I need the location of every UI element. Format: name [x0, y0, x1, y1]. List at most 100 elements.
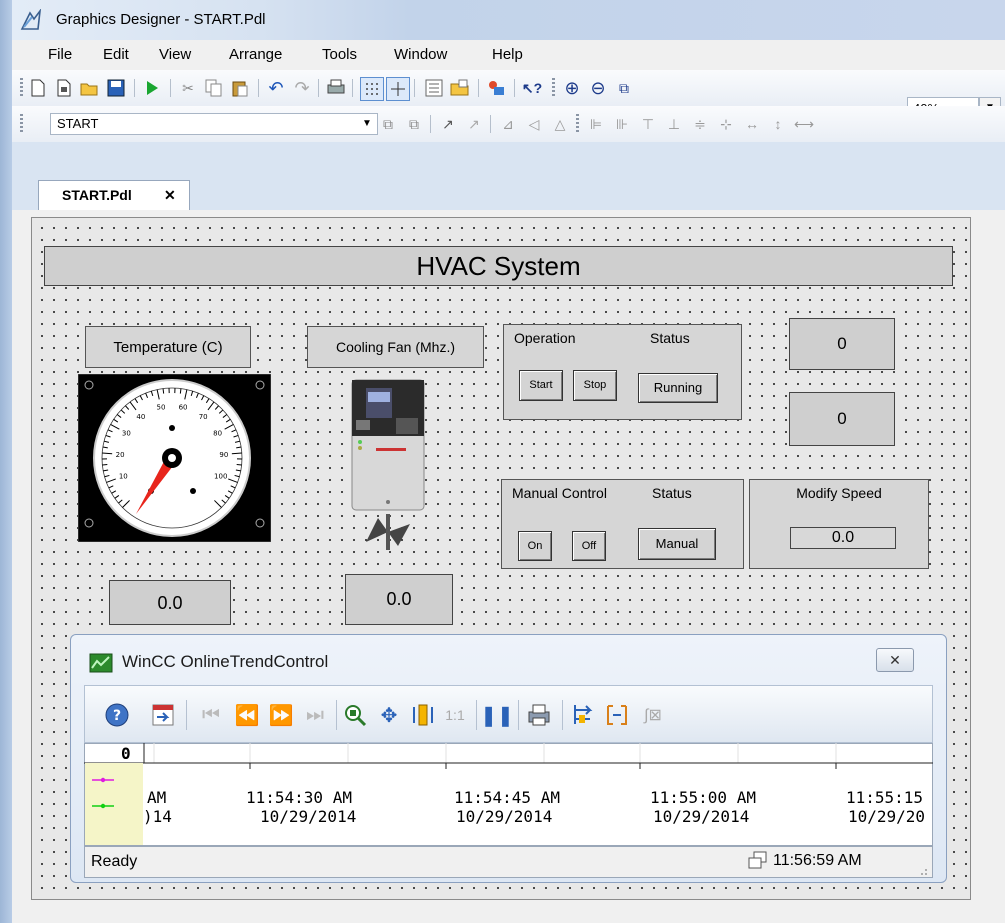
- modify-speed-label: Modify Speed: [796, 485, 882, 501]
- cut-icon[interactable]: ✂: [178, 78, 198, 98]
- first-record-icon[interactable]: ⏮: [198, 702, 224, 728]
- alignment-toolbar: START ▼ ⧉ ⧉ ↗ ↗ ⊿ ◁ △ ⊫ ⊪ ⊤ ⊥ ≑ ⊹ ↔ ↕ ⟷: [12, 106, 1005, 143]
- window-frame-left: [0, 0, 12, 923]
- off-button[interactable]: Off: [572, 531, 606, 561]
- operation-label: Operation: [514, 330, 576, 346]
- same-width-icon[interactable]: ⟷: [794, 114, 814, 134]
- gauge-tick-label: 80: [213, 430, 222, 438]
- new-file-icon[interactable]: [28, 78, 48, 98]
- chevron-down-icon[interactable]: ▼: [358, 114, 376, 134]
- date-label-0: )14: [143, 807, 172, 826]
- zoom-value-axis-icon[interactable]: [410, 702, 436, 728]
- gauge-tick-label: 70: [199, 413, 208, 421]
- toolbar-grip[interactable]: [576, 114, 579, 134]
- cooling-fan-value[interactable]: 0.0: [345, 574, 453, 625]
- zoom-out-icon[interactable]: ⊖: [588, 78, 608, 98]
- operation-status-value: Running: [638, 373, 718, 403]
- move-curves-icon[interactable]: ✥: [376, 702, 402, 728]
- stop-button[interactable]: Stop: [573, 370, 617, 401]
- gauge-tick-label: 30: [122, 430, 131, 438]
- trend-window-title: WinCC OnlineTrendControl: [122, 652, 329, 671]
- zoom-area-icon[interactable]: [342, 702, 368, 728]
- menu-edit[interactable]: Edit: [103, 46, 129, 63]
- mirror-vertical-icon[interactable]: ◁: [524, 114, 544, 134]
- toolbar-grip[interactable]: [20, 78, 23, 98]
- y-axis-value: 0: [121, 744, 131, 763]
- snap-to-grid-icon[interactable]: [386, 77, 410, 101]
- align-bottom-icon[interactable]: ⊥: [664, 114, 684, 134]
- gauge-tick-label: 60: [179, 404, 188, 412]
- print-icon[interactable]: [526, 702, 552, 728]
- screen-select[interactable]: START: [50, 113, 378, 135]
- svg-text:?: ?: [113, 708, 121, 724]
- menu-bar: File Edit View Arrange Tools Window Help: [12, 40, 1005, 70]
- connect-icon[interactable]: ↗: [438, 114, 458, 134]
- menu-help[interactable]: Help: [492, 46, 523, 63]
- space-horizontal-icon[interactable]: ↔: [742, 114, 762, 134]
- gauge-tick: [179, 388, 182, 394]
- trend-series-markers: [92, 777, 114, 809]
- align-left-icon[interactable]: ⊫: [586, 114, 606, 134]
- print-icon[interactable]: [326, 78, 346, 98]
- save-icon[interactable]: [106, 78, 126, 98]
- menu-window[interactable]: Window: [394, 46, 447, 63]
- gauge-tick-label: 50: [156, 404, 165, 412]
- configuration-dialog-icon[interactable]: [150, 702, 176, 728]
- paste-icon[interactable]: [230, 78, 250, 98]
- next-record-icon[interactable]: ⏩: [268, 702, 294, 728]
- modify-speed-input[interactable]: 0.0: [790, 527, 896, 549]
- properties-icon[interactable]: [424, 78, 444, 98]
- numeric-display-2[interactable]: 0: [789, 392, 895, 446]
- library-icon[interactable]: [450, 78, 470, 98]
- grid-icon[interactable]: [360, 77, 384, 101]
- temperature-gauge[interactable]: 10 20 30 40 50 60 70 80 90 100: [78, 374, 271, 542]
- menu-view[interactable]: View: [159, 46, 191, 63]
- temperature-value[interactable]: 0.0: [109, 580, 231, 625]
- align-top-icon[interactable]: ⊤: [638, 114, 658, 134]
- on-button[interactable]: On: [518, 531, 552, 561]
- send-to-back-icon[interactable]: ⧉: [404, 114, 424, 134]
- help-icon[interactable]: ?: [104, 702, 130, 728]
- object-palette-icon[interactable]: [486, 78, 506, 98]
- toolbar-grip[interactable]: [552, 78, 555, 98]
- last-record-icon[interactable]: ⏭: [302, 702, 328, 728]
- vfd-drive-image[interactable]: [346, 378, 430, 556]
- center-horizontal-icon[interactable]: ≑: [690, 114, 710, 134]
- align-right-icon[interactable]: ⊪: [612, 114, 632, 134]
- close-icon[interactable]: ✕: [876, 648, 914, 672]
- menu-tools[interactable]: Tools: [322, 46, 357, 63]
- undo-icon[interactable]: ↶: [266, 78, 286, 98]
- menu-arrange[interactable]: Arrange: [229, 46, 282, 63]
- toolbar-grip[interactable]: [20, 114, 23, 134]
- redo-icon[interactable]: ↷: [292, 78, 312, 98]
- pause-icon[interactable]: ❚❚: [480, 702, 514, 728]
- resize-grip-icon[interactable]: [916, 866, 928, 876]
- run-icon[interactable]: [142, 78, 162, 98]
- rotate-icon[interactable]: △: [550, 114, 570, 134]
- gauge-tick-label: 90: [219, 451, 228, 459]
- menu-file[interactable]: File: [48, 46, 72, 63]
- start-button[interactable]: Start: [519, 370, 563, 401]
- previous-record-icon[interactable]: ⏪: [234, 702, 260, 728]
- disconnect-icon[interactable]: ↗: [464, 114, 484, 134]
- zoom-area-icon[interactable]: ⧉: [614, 78, 634, 98]
- center-vertical-icon[interactable]: ⊹: [716, 114, 736, 134]
- cooling-fan-label: Cooling Fan (Mhz.): [335, 339, 456, 355]
- numeric-display-1[interactable]: 0: [789, 318, 895, 370]
- tab-close-icon[interactable]: ✕: [164, 187, 176, 204]
- statistics-icon[interactable]: ∫⊠: [640, 702, 666, 728]
- zoom-in-icon[interactable]: ⊕: [562, 78, 582, 98]
- time-label-2: 11:54:45 AM: [454, 788, 560, 807]
- gauge-tick: [231, 452, 242, 455]
- select-time-range-icon[interactable]: [604, 702, 630, 728]
- bring-to-front-icon[interactable]: ⧉: [378, 114, 398, 134]
- space-vertical-icon[interactable]: ↕: [768, 114, 788, 134]
- select-data-connection-icon[interactable]: [570, 702, 596, 728]
- copy-icon[interactable]: [204, 78, 224, 98]
- open-folder-icon[interactable]: [80, 78, 100, 98]
- help-pointer-icon[interactable]: ↖?: [522, 78, 542, 98]
- original-view-icon[interactable]: 1:1: [442, 702, 468, 728]
- graphics-designer-app-icon: [20, 9, 42, 30]
- new-template-icon[interactable]: [54, 78, 74, 98]
- mirror-horizontal-icon[interactable]: ⊿: [498, 114, 518, 134]
